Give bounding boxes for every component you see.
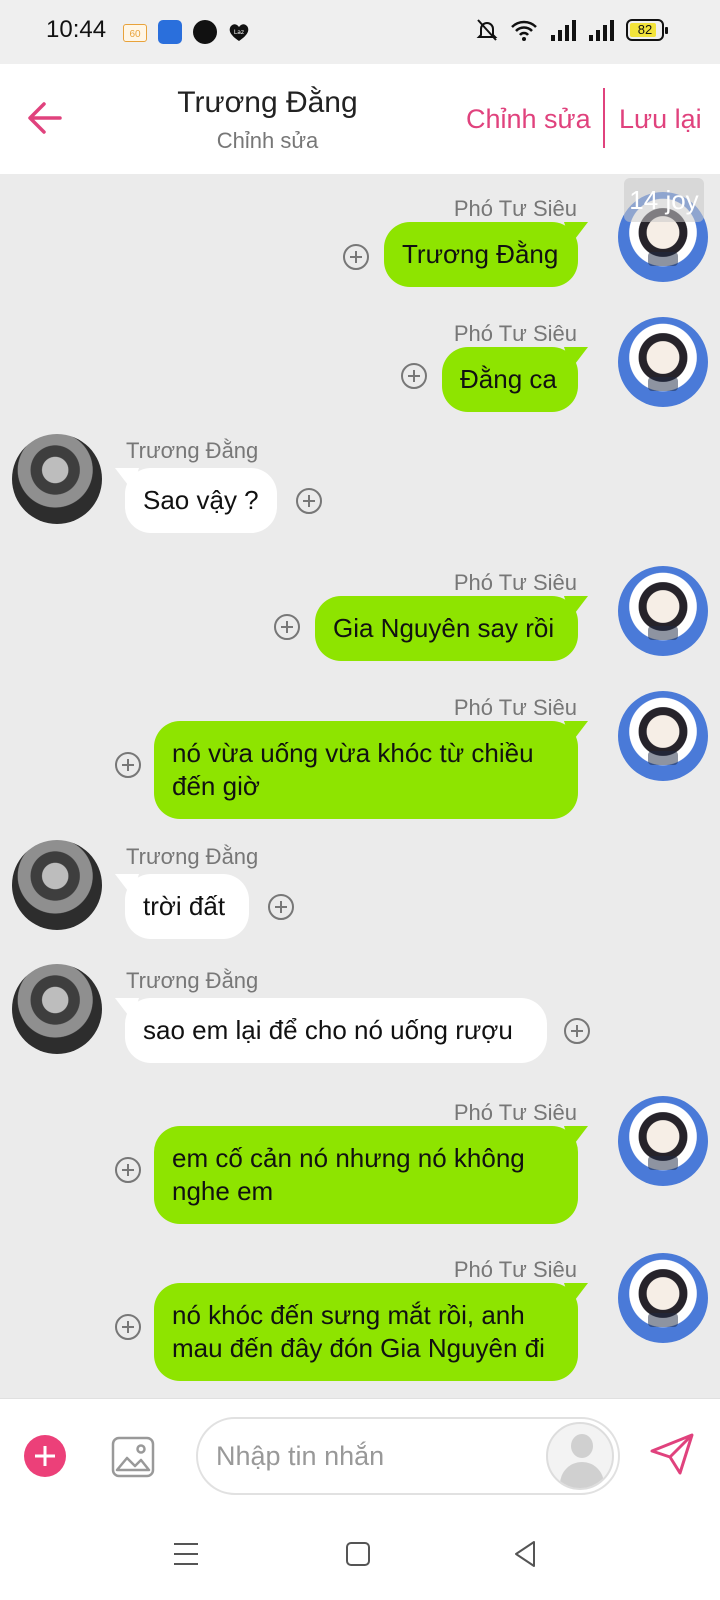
image-icon[interactable] (111, 1436, 155, 1478)
avatar-truong-dang[interactable] (12, 964, 102, 1054)
message-bubble[interactable]: em cố cản nó nhưng nó không nghe em (154, 1126, 578, 1224)
message-incoming: Trương Đằng trời đất (0, 840, 720, 945)
chat-header: Trương Đằng Chỉnh sửa Chỉnh sửa Lưu lại (0, 64, 720, 174)
reaction-add-icon[interactable] (296, 488, 322, 514)
message-outgoing: Phó Tư Siêu Đằng ca (0, 305, 720, 415)
system-navigation-bar (0, 1510, 720, 1600)
sender-name: Trương Đằng (126, 844, 259, 869)
sender-name: Phó Tư Siêu (453, 321, 577, 346)
message-bubble[interactable]: nó khóc đến sưng mắt rồi, anh mau đến đâ… (154, 1283, 578, 1381)
avatar-pho-tu-sieu[interactable] (618, 1096, 708, 1186)
wifi-icon (511, 20, 537, 41)
message-outgoing: Phó Tư Siêu em cố cản nó nhưng nó không … (0, 1084, 720, 1224)
reaction-add-icon[interactable] (564, 1018, 590, 1044)
message-input[interactable] (216, 1433, 536, 1479)
message-bubble[interactable]: sao em lại để cho nó uống rượu (125, 998, 547, 1063)
message-outgoing: Phó Tư Siêu nó khóc đến sưng mắt rồi, an… (0, 1241, 720, 1398)
sender-name: Phó Tư Siêu (453, 196, 577, 221)
battery-level: 82 (637, 22, 653, 37)
message-outgoing: Phó Tư Siêu Gia Nguyên say rồi (0, 554, 720, 664)
sender-name: Phó Tư Siêu (453, 1100, 577, 1125)
status-time: 10:44 (46, 16, 107, 43)
status-icons: 82 (476, 18, 668, 42)
mute-icon (476, 19, 498, 41)
avatar-pho-tu-sieu[interactable] (618, 691, 708, 781)
reaction-add-icon[interactable] (343, 244, 369, 270)
message-input-container[interactable] (196, 1417, 620, 1495)
sender-name: Trương Đằng (126, 438, 259, 463)
home-icon[interactable] (338, 1534, 378, 1574)
sender-name: Phó Tư Siêu (453, 1257, 577, 1282)
message-bubble[interactable]: Trương Đằng (384, 222, 578, 287)
svg-text:Laz: Laz (234, 29, 244, 36)
back-icon[interactable] (506, 1534, 546, 1574)
avatar-pho-tu-sieu[interactable] (618, 317, 708, 407)
battery-icon: 82 (626, 19, 668, 41)
chat-title: Trương Đằng (177, 86, 358, 119)
sender-name: Phó Tư Siêu (453, 695, 577, 720)
chat-area[interactable]: 14 joy Phó Tư Siêu Trương Đằng Phó Tư Si… (0, 174, 720, 1398)
app-notification-icon-2 (193, 20, 217, 44)
edit-button[interactable]: Chỉnh sửa (466, 104, 591, 135)
message-bubble[interactable]: Gia Nguyên say rồi (315, 596, 578, 661)
watermark: 14 joy (624, 178, 704, 222)
character-avatar-icon[interactable] (546, 1422, 614, 1490)
chat-subtitle: Chỉnh sửa (216, 128, 319, 153)
message-bubble[interactable]: trời đất (125, 874, 249, 939)
reaction-add-icon[interactable] (274, 614, 300, 640)
reaction-add-icon[interactable] (115, 752, 141, 778)
save-button[interactable]: Lưu lại (619, 104, 702, 135)
message-bubble[interactable]: Đằng ca (442, 347, 578, 412)
message-outgoing: Phó Tư Siêu Trương Đằng (0, 180, 720, 290)
menu-icon[interactable] (166, 1534, 206, 1574)
message-outgoing: Phó Tư Siêu nó vừa uống vừa khóc từ chiề… (0, 679, 720, 819)
signal-icon-1 (551, 20, 576, 41)
message-incoming: Trương Đằng Sao vậy ? (0, 434, 720, 539)
sender-name: Phó Tư Siêu (453, 570, 577, 595)
message-incoming: Trương Đằng sao em lại để cho nó uống rư… (0, 964, 720, 1069)
reaction-add-icon[interactable] (401, 363, 427, 389)
signal-icon-2 (589, 20, 614, 41)
reaction-add-icon[interactable] (115, 1314, 141, 1340)
avatar-pho-tu-sieu[interactable] (618, 1253, 708, 1343)
message-input-bar (0, 1398, 720, 1510)
avatar-truong-dang[interactable] (12, 840, 102, 930)
reaction-add-icon[interactable] (268, 894, 294, 920)
app-notification-icon (158, 20, 182, 44)
add-attachment-button[interactable] (24, 1435, 66, 1477)
message-bubble[interactable]: Sao vậy ? (125, 468, 277, 533)
header-divider (603, 88, 605, 148)
reaction-add-icon[interactable] (115, 1157, 141, 1183)
avatar-pho-tu-sieu[interactable] (618, 566, 708, 656)
avatar-truong-dang[interactable] (12, 434, 102, 524)
status-bar: 10:44 60 Laz 82 (0, 0, 720, 64)
lazada-icon: Laz (229, 24, 249, 41)
send-icon[interactable] (648, 1429, 696, 1477)
notification-60-icon: 60 (123, 24, 147, 42)
sender-name: Trương Đằng (126, 968, 259, 993)
message-bubble[interactable]: nó vừa uống vừa khóc từ chiều đến giờ (154, 721, 578, 819)
